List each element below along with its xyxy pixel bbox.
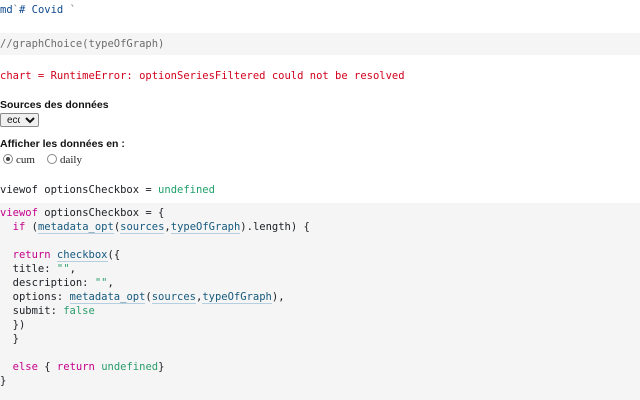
markdown-cell[interactable]: md`# Covid ` bbox=[0, 0, 640, 22]
md-content: # Covid bbox=[18, 4, 70, 16]
code-text: ( bbox=[145, 291, 152, 303]
code-text: , bbox=[69, 263, 76, 275]
sources-cell: Sources des données ecdc bbox=[0, 96, 640, 130]
display-cell: Afficher les données en : cum daily bbox=[0, 136, 640, 170]
undefined-literal: undefined bbox=[101, 361, 159, 373]
code-text: ({ bbox=[107, 249, 121, 261]
ref-checkbox[interactable]: checkbox bbox=[56, 249, 108, 262]
runtime-error-text: chart = RuntimeError: optionSeriesFilter… bbox=[0, 70, 405, 82]
viewof-result-cell[interactable]: viewof optionsCheckbox = undefined bbox=[0, 180, 640, 200]
ref-sources[interactable]: sources bbox=[151, 291, 196, 304]
md-tag: md bbox=[0, 4, 13, 16]
code-line-9: }) bbox=[0, 319, 26, 331]
radio-daily[interactable]: daily bbox=[46, 154, 94, 166]
code-line-5: title: "", bbox=[0, 262, 76, 276]
code-line-12: else { return undefined} bbox=[0, 360, 165, 374]
comment-cell[interactable]: //graphChoice(typeOfGraph) bbox=[0, 33, 640, 55]
radio-cum-button[interactable] bbox=[3, 154, 13, 164]
kw-viewof: viewof bbox=[0, 207, 38, 219]
ref-type-of-graph[interactable]: typeOfGraph bbox=[202, 291, 272, 304]
md-tick-close: ` bbox=[69, 4, 76, 16]
display-label: Afficher les données en : bbox=[0, 138, 125, 150]
code-text: submit: bbox=[0, 305, 64, 317]
display-radio-group: cum daily bbox=[3, 153, 94, 167]
code-line-1: viewof optionsCheckbox = { bbox=[0, 206, 164, 220]
viewof-result-prefix: viewof optionsCheckbox = bbox=[0, 184, 159, 196]
code-text: } bbox=[158, 361, 165, 373]
ref-metadata-opt[interactable]: metadata_opt bbox=[69, 291, 146, 304]
viewof-result-line: viewof optionsCheckbox = undefined bbox=[0, 183, 215, 197]
kw-return: return bbox=[56, 361, 95, 373]
code-line-10: } bbox=[0, 333, 19, 345]
code-text: ), bbox=[271, 291, 285, 303]
code-text: , bbox=[164, 221, 171, 233]
code-line-2: if (metadata_opt(sources,typeOfGraph).le… bbox=[0, 220, 310, 234]
code-text: ).length) { bbox=[240, 221, 310, 233]
kw-else: else bbox=[12, 361, 38, 373]
error-cell[interactable]: chart = RuntimeError: optionSeriesFilter… bbox=[0, 66, 640, 86]
code-line-8: submit: false bbox=[0, 304, 95, 318]
boolean-literal: false bbox=[63, 305, 95, 317]
code-text: , bbox=[107, 277, 114, 289]
sources-label: Sources des données bbox=[0, 99, 109, 111]
ref-sources[interactable]: sources bbox=[120, 221, 165, 234]
string-literal: "" bbox=[94, 277, 108, 289]
code-line-13: } bbox=[0, 375, 7, 387]
code-text: options: bbox=[0, 291, 70, 303]
code-line-7: options: metadata_opt(sources,typeOfGrap… bbox=[0, 290, 285, 304]
viewof-result-value: undefined bbox=[158, 184, 215, 196]
string-literal: "" bbox=[56, 263, 70, 275]
code-text: description: bbox=[0, 277, 95, 289]
ref-metadata-opt[interactable]: metadata_opt bbox=[37, 221, 114, 234]
kw-if: if bbox=[12, 221, 26, 233]
radio-cum-label: cum bbox=[16, 154, 35, 166]
code-text: { bbox=[37, 361, 57, 373]
markdown-source-line: md`# Covid ` bbox=[0, 3, 76, 17]
code-line-4: return checkbox({ bbox=[0, 248, 120, 262]
code-text: optionsCheckbox = { bbox=[37, 207, 165, 219]
code-line-6: description: "", bbox=[0, 276, 114, 290]
code-editor-cell[interactable]: viewof optionsCheckbox = { if (metadata_… bbox=[0, 203, 640, 400]
code-text: title: bbox=[0, 263, 57, 275]
radio-daily-button[interactable] bbox=[46, 154, 57, 164]
kw-return: return bbox=[12, 249, 51, 261]
radio-cum[interactable]: cum bbox=[3, 154, 47, 166]
sources-select[interactable]: ecdc bbox=[0, 113, 39, 127]
comment-line: //graphChoice(typeOfGraph) bbox=[0, 38, 165, 50]
radio-daily-label: daily bbox=[59, 154, 82, 166]
code-text: ( bbox=[25, 221, 38, 233]
ref-type-of-graph[interactable]: typeOfGraph bbox=[170, 221, 241, 234]
